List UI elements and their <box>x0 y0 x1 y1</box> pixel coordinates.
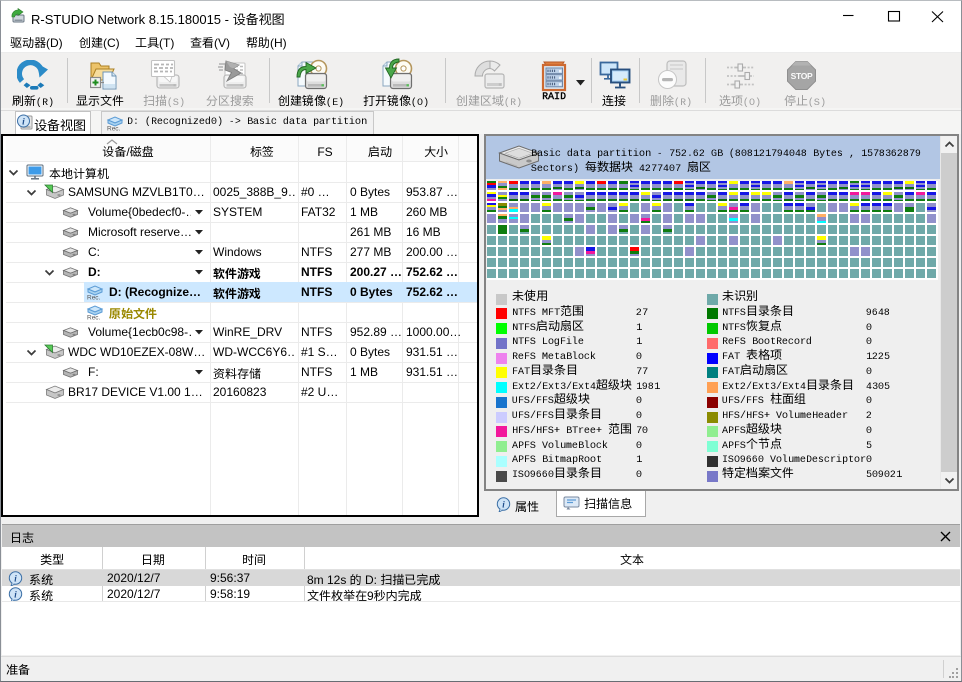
svg-text:STOP: STOP <box>791 71 813 81</box>
svg-text:Rec.: Rec. <box>87 295 101 301</box>
svg-text:Rec.: Rec. <box>107 126 121 132</box>
svg-text:i: i <box>22 117 25 127</box>
svg-text:Rec.: Rec. <box>87 315 101 321</box>
